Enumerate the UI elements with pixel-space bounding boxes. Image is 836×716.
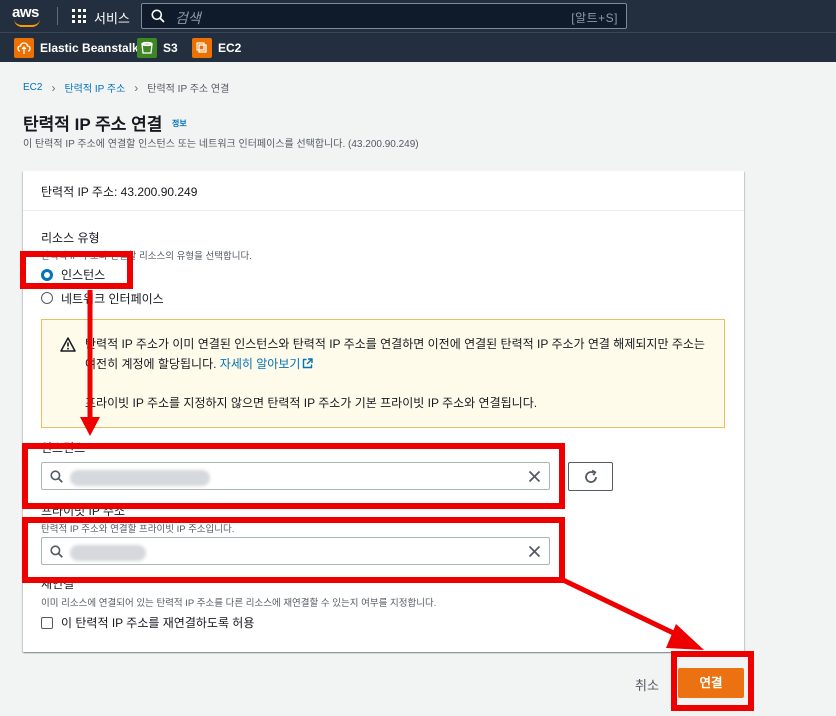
alert-private-ip-note: 프라이빗 IP 주소를 지정하지 않으면 탄력적 IP 주소가 기본 프라이빗 … — [85, 396, 538, 410]
alert-text: 탄력적 IP 주소가 이미 연결된 인스턴스와 탄력적 IP 주소를 연결하면 … — [85, 337, 705, 371]
favorites-bar: Elastic Beanstalk S3 EC2 — [0, 32, 836, 62]
resource-type-label: 리소스 유형 — [41, 231, 100, 245]
favorite-label: Elastic Beanstalk — [40, 41, 139, 55]
aws-logo[interactable]: aws — [12, 4, 42, 28]
breadcrumb-ec2[interactable]: EC2 — [23, 82, 42, 93]
annotation-highlight-instance-radio — [20, 251, 133, 289]
breadcrumb-current: 탄력적 IP 주소 연결 — [147, 84, 230, 95]
services-grid-icon[interactable] — [72, 9, 86, 23]
allow-reassociation-checkbox[interactable] — [41, 617, 53, 629]
annotation-highlight-instance-input — [22, 443, 565, 509]
warning-icon — [60, 337, 76, 352]
favorite-label: EC2 — [218, 41, 242, 55]
learn-more-text: 자세히 알아보기 — [219, 357, 301, 371]
alert-message: 탄력적 IP 주소가 이미 연결된 인스턴스와 탄력적 IP 주소를 연결하면 … — [85, 334, 705, 374]
learn-more-link[interactable]: 자세히 알아보기 — [220, 357, 314, 371]
search-icon — [151, 9, 165, 23]
radio-network-interface-label[interactable]: 네트워크 인터페이스 — [61, 290, 164, 307]
annotation-highlight-connect-button — [671, 651, 754, 711]
global-search-input[interactable]: 검색 [알트+S] — [141, 3, 627, 29]
favorite-ec2[interactable]: EC2 — [192, 38, 241, 58]
page-title: 탄력적 IP 주소 연결 — [23, 115, 163, 134]
s3-icon — [137, 38, 157, 58]
breadcrumb: EC2 › 탄력적 IP 주소 › 탄력적 IP 주소 연결 — [23, 80, 230, 96]
elastic-beanstalk-icon — [14, 38, 34, 58]
favorite-label: S3 — [163, 41, 178, 55]
page-description: 이 탄력적 IP 주소에 연결할 인스턴스 또는 네트워크 인터페이스를 선택합… — [23, 139, 419, 150]
search-shortcut: [알트+S] — [571, 11, 618, 25]
favorite-elastic-beanstalk[interactable]: Elastic Beanstalk — [14, 38, 139, 58]
aws-smile-icon — [14, 19, 40, 27]
cancel-button[interactable]: 취소 — [635, 675, 659, 694]
refresh-icon — [585, 469, 597, 483]
reassociation-description: 이미 리소스에 연결되어 있는 탄력적 IP 주소를 다른 리소스에 재연결할 … — [41, 598, 437, 609]
chevron-right-icon: › — [134, 80, 139, 95]
radio-network-interface[interactable] — [41, 292, 53, 304]
panel-header: 탄력적 IP 주소: 43.200.90.249 — [23, 171, 744, 211]
annotation-highlight-private-ip-input — [22, 517, 565, 583]
nav-divider — [57, 7, 58, 25]
info-link[interactable]: 정보 — [172, 118, 187, 129]
external-link-icon — [303, 358, 314, 369]
refresh-button[interactable] — [568, 462, 613, 491]
warning-alert: 탄력적 IP 주소가 이미 연결된 인스턴스와 탄력적 IP 주소를 연결하면 … — [41, 319, 725, 428]
breadcrumb-elastic-ips[interactable]: 탄력적 IP 주소 — [64, 80, 125, 95]
elastic-ip-address-heading: 탄력적 IP 주소: 43.200.90.249 — [41, 185, 198, 199]
chevron-right-icon: › — [51, 80, 56, 95]
favorite-s3[interactable]: S3 — [137, 38, 178, 58]
services-menu[interactable]: 서비스 — [94, 8, 130, 27]
allow-reassociation-label[interactable]: 이 탄력적 IP 주소를 재연결하도록 허용 — [61, 614, 254, 631]
ec2-icon — [192, 38, 212, 58]
top-navigation: aws 서비스 검색 [알트+S] — [0, 0, 836, 32]
search-placeholder: 검색 — [175, 10, 201, 26]
